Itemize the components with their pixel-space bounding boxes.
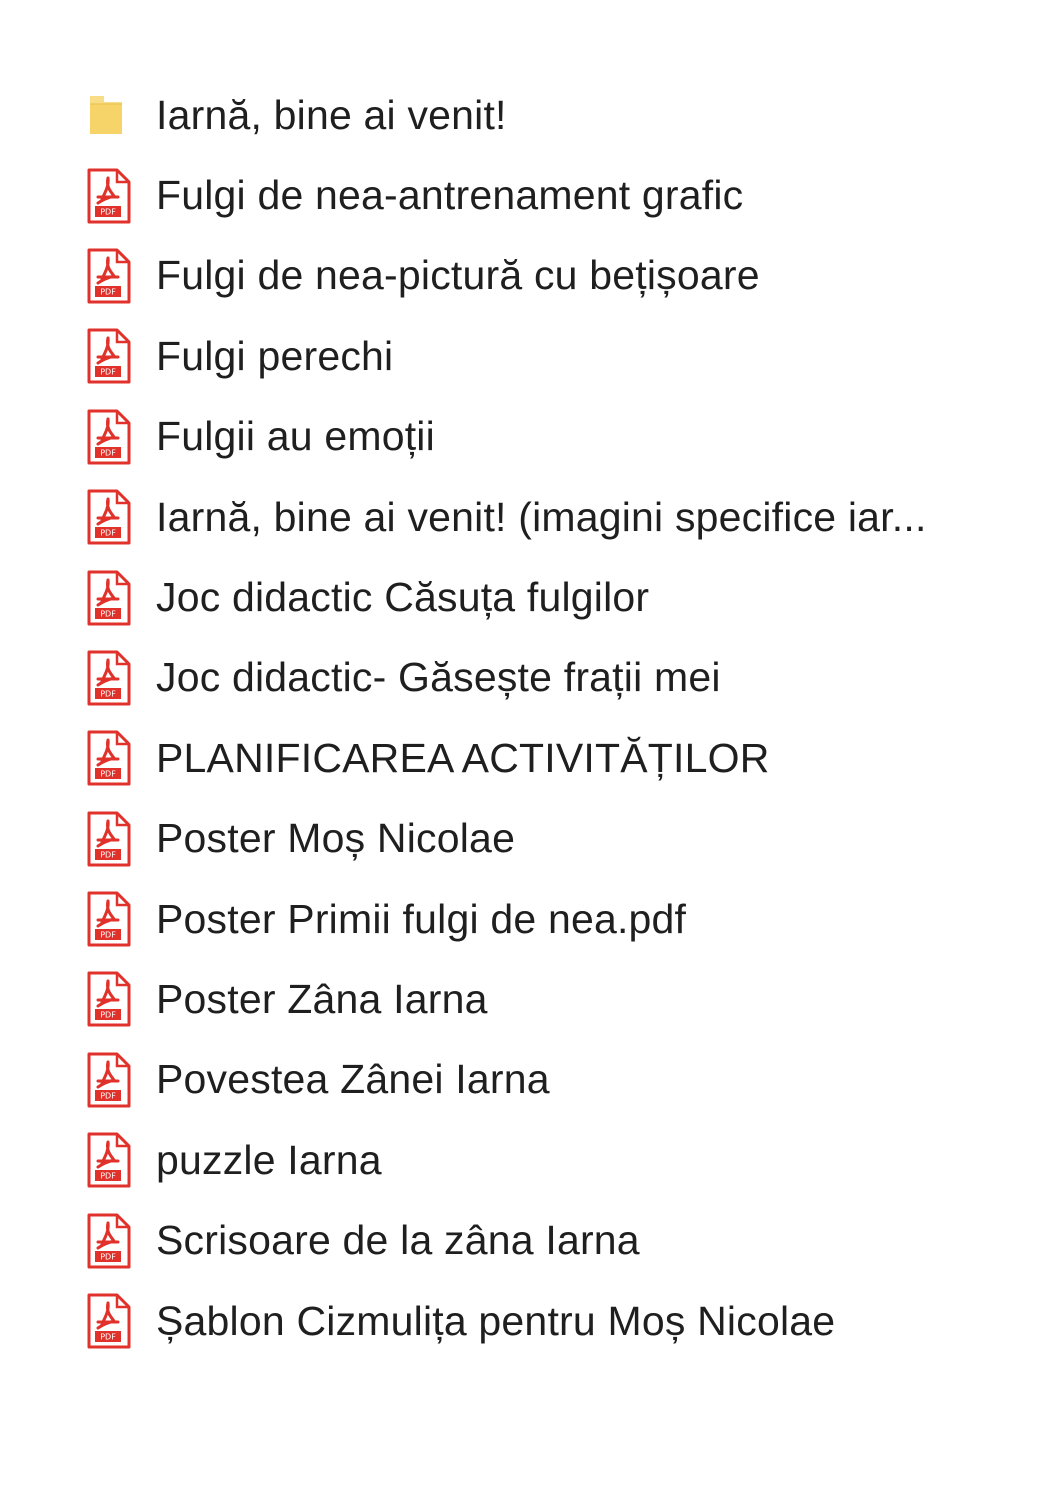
svg-text:PDF: PDF — [100, 1333, 116, 1342]
pdf-file-icon: PDF — [84, 568, 136, 628]
svg-text:PDF: PDF — [100, 850, 116, 859]
pdf-file-icon: PDF — [84, 407, 136, 467]
list-item[interactable]: PDF Șablon Cizmulița pentru Moș Nicolae — [84, 1281, 1014, 1361]
file-list: Iarnă, bine ai venit! PDF Fulgi de nea-a… — [84, 75, 1014, 1361]
file-name: Povestea Zânei Iarna — [156, 1056, 550, 1103]
pdf-file-icon: PDF — [84, 889, 136, 949]
pdf-file-icon: PDF — [84, 809, 136, 869]
file-name: Joc didactic- Găsește frații mei — [156, 654, 721, 701]
svg-text:PDF: PDF — [100, 1091, 116, 1100]
list-item[interactable]: Iarnă, bine ai venit! — [84, 75, 1014, 155]
list-item[interactable]: PDF PLANIFICAREA ACTIVITĂȚILOR — [84, 718, 1014, 798]
file-name: Iarnă, bine ai venit! (imagini specifice… — [156, 493, 927, 540]
pdf-file-icon: PDF — [84, 326, 136, 386]
svg-text:PDF: PDF — [100, 448, 116, 457]
pdf-file-icon: PDF — [84, 246, 136, 306]
file-name: Poster Moș Nicolae — [156, 815, 516, 862]
svg-text:PDF: PDF — [100, 529, 116, 538]
svg-text:PDF: PDF — [100, 287, 116, 296]
svg-text:PDF: PDF — [100, 689, 116, 698]
pdf-file-icon: PDF — [84, 648, 136, 708]
file-name: Scrisoare de la zâna Iarna — [156, 1217, 640, 1264]
svg-text:PDF: PDF — [100, 770, 116, 779]
folder-icon — [84, 85, 136, 145]
pdf-file-icon: PDF — [84, 1291, 136, 1351]
list-item[interactable]: PDF Povestea Zânei Iarna — [84, 1040, 1014, 1120]
file-name: Joc didactic Căsuța fulgilor — [156, 574, 650, 621]
list-item[interactable]: PDF Fulgi perechi — [84, 316, 1014, 396]
svg-text:PDF: PDF — [100, 1172, 116, 1181]
file-name: Iarnă, bine ai venit! — [156, 91, 507, 138]
file-name: Fulgi de nea-pictură cu bețișoare — [156, 252, 760, 299]
file-name: puzzle Iarna — [156, 1136, 382, 1183]
pdf-file-icon: PDF — [84, 1130, 136, 1190]
list-item[interactable]: PDF Fulgi de nea-pictură cu bețișoare — [84, 236, 1014, 316]
file-name: Șablon Cizmulița pentru Moș Nicolae — [156, 1297, 836, 1344]
pdf-file-icon: PDF — [84, 487, 136, 547]
list-item[interactable]: PDF Poster Primii fulgi de nea.pdf — [84, 879, 1014, 959]
file-name: Poster Zâna Iarna — [156, 975, 488, 1022]
svg-text:PDF: PDF — [100, 368, 116, 377]
list-item[interactable]: PDF Fulgii au emoții — [84, 397, 1014, 477]
list-item[interactable]: PDF Joc didactic- Găsește frații mei — [84, 638, 1014, 718]
list-item[interactable]: PDF Poster Zâna Iarna — [84, 959, 1014, 1039]
list-item[interactable]: PDF Iarnă, bine ai venit! (imagini speci… — [84, 477, 1014, 557]
list-item[interactable]: PDF puzzle Iarna — [84, 1120, 1014, 1200]
svg-text:PDF: PDF — [100, 207, 116, 216]
file-name: Poster Primii fulgi de nea.pdf — [156, 895, 687, 942]
svg-text:PDF: PDF — [100, 1011, 116, 1020]
svg-text:PDF: PDF — [100, 1252, 116, 1261]
pdf-file-icon: PDF — [84, 969, 136, 1029]
svg-text:PDF: PDF — [100, 931, 116, 940]
list-item[interactable]: PDF Fulgi de nea-antrenament grafic — [84, 155, 1014, 235]
pdf-file-icon: PDF — [84, 728, 136, 788]
list-item[interactable]: PDF Scrisoare de la zâna Iarna — [84, 1200, 1014, 1280]
list-item[interactable]: PDF Poster Moș Nicolae — [84, 799, 1014, 879]
file-name: PLANIFICAREA ACTIVITĂȚILOR — [156, 734, 770, 781]
pdf-file-icon: PDF — [84, 1050, 136, 1110]
svg-text:PDF: PDF — [100, 609, 116, 618]
file-name: Fulgi de nea-antrenament grafic — [156, 172, 744, 219]
list-item[interactable]: PDF Joc didactic Căsuța fulgilor — [84, 557, 1014, 637]
file-name: Fulgii au emoții — [156, 413, 435, 460]
pdf-file-icon: PDF — [84, 166, 136, 226]
pdf-file-icon: PDF — [84, 1211, 136, 1271]
file-name: Fulgi perechi — [156, 332, 394, 379]
